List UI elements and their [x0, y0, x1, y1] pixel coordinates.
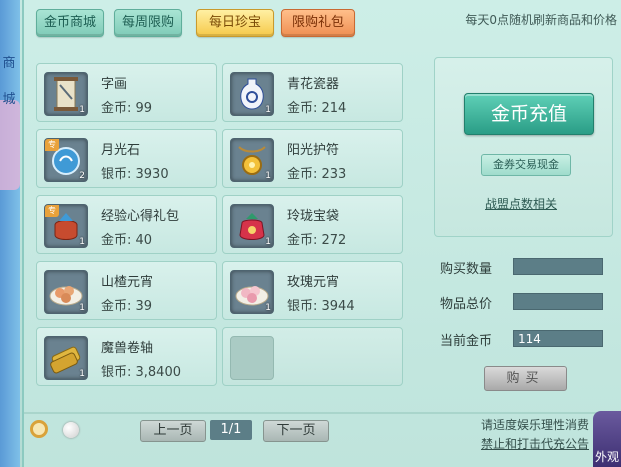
moonstone-icon: 专 2	[44, 138, 88, 182]
page-indicator: 1/1	[210, 420, 252, 440]
prev-page-button[interactable]: 上一页	[140, 420, 206, 442]
tab-limited-gift[interactable]: 限购礼包	[281, 9, 355, 37]
item-quantity: 1	[79, 237, 85, 247]
anti-proxy-notice-link[interactable]: 禁止和打击代充公告	[481, 435, 589, 452]
empty-item-card	[222, 327, 403, 386]
sun-amulet-icon: 1	[230, 138, 274, 182]
hawthorn-dumpling-icon: 1	[44, 270, 88, 314]
side-tab-highlight	[0, 100, 20, 190]
treasure-bag-icon: 1	[230, 204, 274, 248]
item-quantity: 1	[265, 171, 271, 181]
item-quantity: 1	[265, 303, 271, 313]
item-price: 金币: 214	[287, 101, 347, 116]
total-price-label: 物品总价	[440, 297, 493, 312]
porcelain-vase-icon: 1	[230, 72, 274, 116]
total-price-field	[513, 293, 603, 310]
side-tab-char: 城	[2, 92, 16, 107]
item-price: 金币: 99	[101, 101, 153, 116]
exp-gift-bag-icon: 专 1	[44, 204, 88, 248]
buy-quantity-field[interactable]	[513, 258, 603, 275]
magnifier-icon[interactable]	[30, 420, 48, 438]
shop-window: 商 城 金币商城 每周限购 每日珍宝 限购礼包 每天0点随机刷新商品和价格 1 …	[0, 0, 621, 467]
item-card[interactable]: 专 2 月光石 银币: 3930	[36, 129, 217, 188]
item-name: 魔兽卷轴	[101, 341, 154, 356]
item-price: 金币: 272	[287, 233, 347, 248]
item-quantity: 2	[79, 171, 85, 181]
bottom-divider	[24, 412, 621, 414]
shop-panel: 金币商城 每周限购 每日珍宝 限购礼包 每天0点随机刷新商品和价格 1 字画 金…	[22, 0, 621, 467]
item-card[interactable]: 1 青花瓷器 金币: 214	[222, 63, 403, 122]
next-page-button[interactable]: 下一页	[263, 420, 329, 442]
item-price: 金币: 39	[101, 299, 153, 314]
pearl-icon[interactable]	[63, 422, 79, 438]
refresh-notice: 每天0点随机刷新商品和价格	[465, 13, 617, 27]
beast-scroll-icon: 1	[44, 336, 88, 380]
item-card[interactable]: 1 阳光护符 金币: 233	[222, 129, 403, 188]
item-card[interactable]: 1 玫瑰元宵 银币: 3944	[222, 261, 403, 320]
scroll-painting-icon: 1	[44, 72, 88, 116]
item-price: 金币: 40	[101, 233, 153, 248]
item-name: 玲珑宝袋	[287, 209, 340, 224]
rose-dumpling-icon: 1	[230, 270, 274, 314]
item-card[interactable]: 1 魔兽卷轴 银币: 3,8400	[36, 327, 217, 386]
item-quantity: 1	[265, 105, 271, 115]
recharge-panel: 金币充值 金券交易现金 战盟点数相关	[434, 57, 613, 237]
item-name: 青花瓷器	[287, 77, 340, 92]
item-name: 山楂元宵	[101, 275, 154, 290]
item-name: 字画	[101, 77, 128, 92]
item-price: 银币: 3930	[101, 167, 169, 182]
empty-slot	[230, 336, 274, 380]
item-name: 经验心得礼包	[101, 209, 180, 224]
item-card[interactable]: 1 玲珑宝袋 金币: 272	[222, 195, 403, 254]
footer-notice: 请适度娱乐理性消费	[480, 418, 589, 432]
special-badge: 专	[45, 139, 59, 151]
item-name: 月光石	[101, 143, 141, 158]
tab-weekly-limited[interactable]: 每周限购	[114, 9, 182, 37]
ticket-trade-button[interactable]: 金券交易现金	[481, 154, 571, 176]
item-price: 金币: 233	[287, 167, 347, 182]
item-price: 银币: 3944	[287, 299, 355, 314]
alliance-points-link[interactable]: 战盟点数相关	[485, 195, 557, 212]
item-card[interactable]: 专 1 经验心得礼包 金币: 40	[36, 195, 217, 254]
current-gold-field: 114	[513, 330, 603, 347]
gold-recharge-button[interactable]: 金币充值	[464, 93, 594, 135]
left-side-tab-strip[interactable]: 商 城	[0, 0, 20, 467]
item-name: 阳光护符	[287, 143, 340, 158]
appearance-label: 外观	[595, 450, 620, 464]
appearance-button[interactable]: 外观	[593, 411, 621, 467]
item-quantity: 1	[79, 369, 85, 379]
item-quantity: 1	[265, 237, 271, 247]
item-card[interactable]: 1 山楂元宵 金币: 39	[36, 261, 217, 320]
item-card[interactable]: 1 字画 金币: 99	[36, 63, 217, 122]
current-gold-label: 当前金币	[440, 334, 493, 349]
special-badge: 专	[45, 205, 59, 217]
item-quantity: 1	[79, 303, 85, 313]
item-name: 玫瑰元宵	[287, 275, 340, 290]
tab-daily-treasure[interactable]: 每日珍宝	[196, 9, 274, 37]
buy-quantity-label: 购买数量	[440, 262, 493, 277]
buy-button[interactable]: 购买	[484, 366, 567, 391]
item-quantity: 1	[79, 105, 85, 115]
item-price: 银币: 3,8400	[101, 365, 181, 380]
tab-gold-shop[interactable]: 金币商城	[36, 9, 104, 37]
side-tab-char: 商	[2, 56, 16, 71]
